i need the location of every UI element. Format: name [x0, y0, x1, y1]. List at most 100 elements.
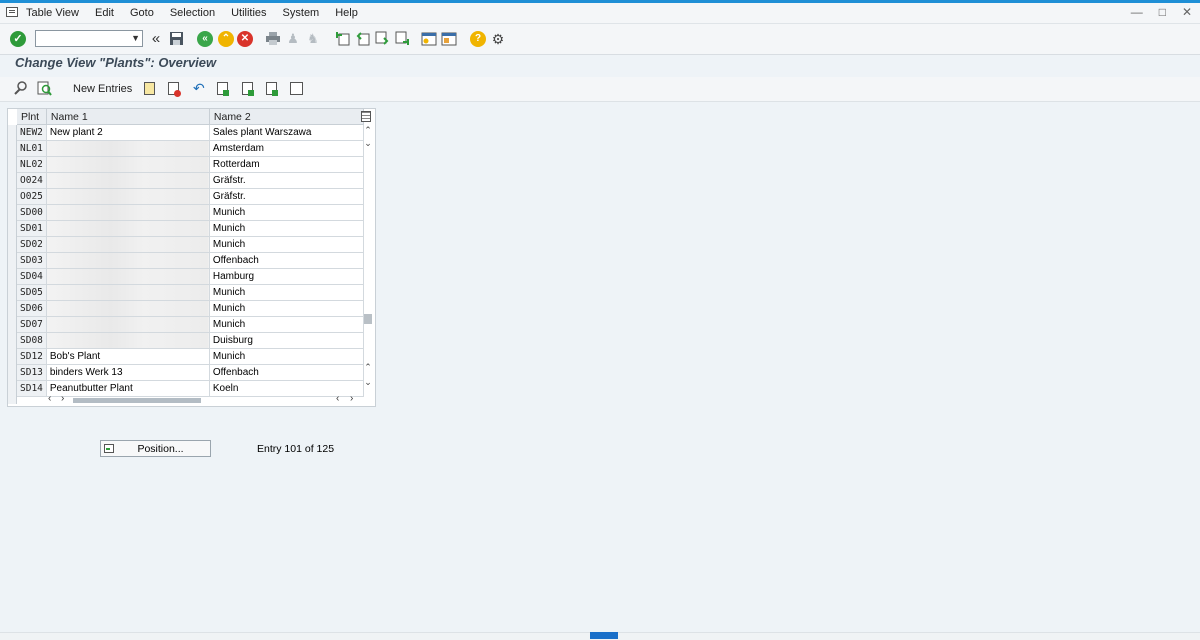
menu-goto[interactable]: Goto: [130, 6, 162, 20]
table-row[interactable]: NL01 Amsterdam: [17, 140, 364, 157]
command-field[interactable]: ▼: [35, 30, 143, 47]
back-icon[interactable]: «: [197, 31, 213, 47]
cell-name1[interactable]: [46, 300, 210, 317]
scrollbar-thumb[interactable]: [364, 314, 372, 324]
cell-name1[interactable]: [46, 204, 210, 221]
details-icon[interactable]: [37, 81, 52, 96]
cell-name2[interactable]: Munich: [209, 348, 364, 365]
table-row[interactable]: SD00 Munich: [17, 204, 364, 221]
close-window-icon[interactable]: ✕: [1182, 5, 1192, 19]
previous-page-icon[interactable]: [355, 31, 371, 47]
cell-name2[interactable]: Munich: [209, 236, 364, 253]
scroll-left-icon[interactable]: ‹: [336, 393, 339, 404]
column-header-plant[interactable]: Plnt: [17, 109, 47, 125]
cell-name2[interactable]: Munich: [209, 220, 364, 237]
cell-name2[interactable]: Offenbach: [209, 252, 364, 269]
cell-name1[interactable]: [46, 172, 210, 189]
table-row[interactable]: SD02 Munich: [17, 236, 364, 253]
cell-name2[interactable]: Munich: [209, 300, 364, 317]
print-field-list-icon[interactable]: [290, 82, 303, 95]
menu-table-view[interactable]: Table View: [26, 6, 87, 20]
cell-name1[interactable]: Bob's Plant: [46, 348, 210, 365]
cell-name1[interactable]: [46, 252, 210, 269]
new-entries-button[interactable]: New Entries: [73, 83, 132, 95]
save-icon[interactable]: [168, 31, 184, 47]
display-change-icon[interactable]: [13, 81, 27, 96]
menu-utilities[interactable]: Utilities: [231, 6, 274, 20]
delete-icon[interactable]: [168, 82, 181, 97]
table-row[interactable]: SD05 Munich: [17, 284, 364, 301]
scroll-down-icon[interactable]: ⌄: [363, 377, 373, 388]
cell-name1[interactable]: [46, 316, 210, 333]
scroll-down-icon[interactable]: ⌄: [363, 138, 373, 149]
table-row[interactable]: SD12 Bob's Plant Munich: [17, 348, 364, 365]
system-menu-icon[interactable]: [6, 7, 18, 17]
cell-name2[interactable]: Gräfstr.: [209, 172, 364, 189]
cell-name1[interactable]: New plant 2: [46, 124, 210, 141]
maximize-icon[interactable]: □: [1159, 5, 1166, 19]
enter-checkmark-icon[interactable]: ✓: [10, 31, 26, 47]
menu-help[interactable]: Help: [335, 6, 366, 20]
cell-name1[interactable]: [46, 156, 210, 173]
print-icon[interactable]: [265, 31, 281, 47]
vertical-scrollbar[interactable]: ⌃ ⌄ ⌃ ⌄: [363, 125, 373, 387]
table-row[interactable]: SD08 Duisburg: [17, 332, 364, 349]
cell-name1[interactable]: [46, 220, 210, 237]
select-block-icon[interactable]: [242, 82, 254, 96]
cell-name2[interactable]: Amsterdam: [209, 140, 364, 157]
scroll-up-icon[interactable]: ⌃: [363, 125, 373, 136]
horizontal-scrollbar-thumb[interactable]: [73, 398, 201, 403]
chevron-down-icon[interactable]: ▼: [131, 33, 140, 43]
select-all-icon[interactable]: [217, 82, 229, 96]
table-row[interactable]: O024 Gräfstr.: [17, 172, 364, 189]
table-row[interactable]: NEW2 New plant 2 Sales plant Warszawa: [17, 124, 364, 141]
cell-name2[interactable]: Hamburg: [209, 268, 364, 285]
cell-name2[interactable]: Munich: [209, 284, 364, 301]
column-header-name1[interactable]: Name 1: [46, 109, 210, 125]
menu-selection[interactable]: Selection: [170, 6, 223, 20]
last-page-icon[interactable]: [394, 31, 410, 47]
cell-name2[interactable]: Duisburg: [209, 332, 364, 349]
cell-name1[interactable]: [46, 268, 210, 285]
table-settings-icon[interactable]: [361, 111, 371, 122]
cell-name1[interactable]: [46, 188, 210, 205]
double-chevron-left-icon[interactable]: «: [148, 31, 164, 47]
table-row[interactable]: SD06 Munich: [17, 300, 364, 317]
table-row[interactable]: SD07 Munich: [17, 316, 364, 333]
help-icon[interactable]: ?: [470, 31, 486, 47]
cell-name2[interactable]: Gräfstr.: [209, 188, 364, 205]
gear-icon[interactable]: ⚙: [490, 31, 506, 47]
exit-icon[interactable]: ⌃: [218, 31, 234, 47]
cell-name2[interactable]: Munich: [209, 204, 364, 221]
cell-name1[interactable]: binders Werk 13: [46, 364, 210, 381]
cell-name1[interactable]: [46, 284, 210, 301]
cell-name1[interactable]: [46, 236, 210, 253]
cell-name1[interactable]: [46, 140, 210, 157]
table-row[interactable]: SD03 Offenbach: [17, 252, 364, 269]
undo-icon[interactable]: ↶: [193, 81, 207, 96]
horizontal-scrollbar[interactable]: ‹ › ‹ ›: [48, 393, 368, 405]
cell-name2[interactable]: Rotterdam: [209, 156, 364, 173]
table-row[interactable]: SD01 Munich: [17, 220, 364, 237]
column-header-name2[interactable]: Name 2: [209, 109, 364, 125]
scroll-left-icon[interactable]: ‹: [48, 393, 51, 404]
cancel-icon[interactable]: ✕: [237, 31, 253, 47]
cell-name2[interactable]: Munich: [209, 316, 364, 333]
next-page-icon[interactable]: [374, 31, 390, 47]
cell-name2[interactable]: Sales plant Warszawa: [209, 124, 364, 141]
create-session-icon[interactable]: [421, 31, 437, 47]
menu-system[interactable]: System: [283, 6, 328, 20]
copy-as-icon[interactable]: [144, 82, 155, 95]
table-row[interactable]: O025 Gräfstr.: [17, 188, 364, 205]
table-row[interactable]: NL02 Rotterdam: [17, 156, 364, 173]
cell-name2[interactable]: Offenbach: [209, 364, 364, 381]
position-button[interactable]: Position...: [100, 440, 211, 457]
minimize-icon[interactable]: —: [1131, 5, 1143, 19]
row-selector-column[interactable]: [8, 125, 17, 404]
table-row[interactable]: SD13 binders Werk 13 Offenbach: [17, 364, 364, 381]
scroll-up-icon[interactable]: ⌃: [363, 362, 373, 373]
menu-edit[interactable]: Edit: [95, 6, 122, 20]
scroll-right-icon[interactable]: ›: [61, 393, 64, 404]
deselect-all-icon[interactable]: [266, 82, 278, 96]
shortcut-icon[interactable]: [441, 31, 457, 47]
